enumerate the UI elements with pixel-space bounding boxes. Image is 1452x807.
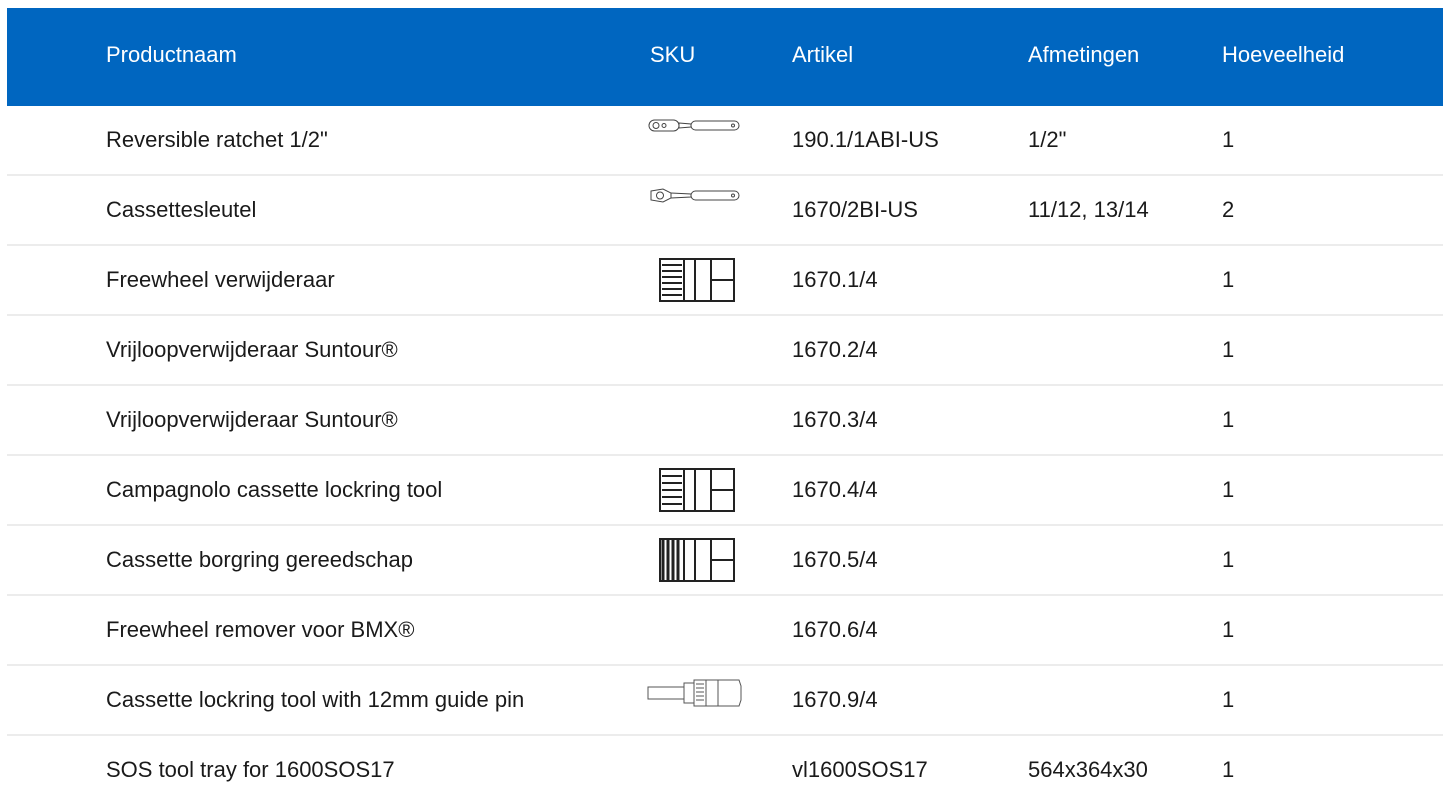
artikel-number: 1670/2BI-US: [792, 197, 918, 222]
product-name: Freewheel verwijderaar: [106, 267, 335, 292]
guide-pin-tool-icon: [647, 679, 742, 707]
column-header-sku[interactable]: SKU: [650, 8, 736, 106]
table-row: Reversible ratchet 1/2" 190.1/1ABI-US 1/…: [7, 106, 1443, 176]
table-row: SOS tool tray for 1600SOS17 vl1600SOS17 …: [7, 736, 1443, 804]
table-row: Cassettesleutel 1670/2BI-US 11/12, 13/14…: [7, 176, 1443, 246]
column-header-hoeveelheid[interactable]: Hoeveelheid: [1222, 8, 1344, 106]
socket-icon: [659, 258, 735, 302]
artikel-number: 1670.5/4: [792, 547, 878, 572]
artikel-number: 1670.4/4: [792, 477, 878, 502]
table-row: Vrijloopverwijderaar Suntour® 1670.2/4 1: [7, 316, 1443, 386]
artikel-number: 1670.2/4: [792, 337, 878, 362]
quantity-value: 2: [1222, 197, 1235, 222]
product-table: Productnaam SKU Artikel Afmetingen Hoeve…: [7, 8, 1443, 804]
artikel-number: 1670.3/4: [792, 407, 878, 432]
product-name: Reversible ratchet 1/2": [106, 127, 328, 152]
afmetingen-value: 1/2": [1028, 127, 1067, 152]
ratchet-icon: [650, 188, 740, 203]
artikel-number: 1670.6/4: [792, 617, 878, 642]
quantity-value: 1: [1222, 127, 1235, 152]
product-name: Freewheel remover voor BMX®: [106, 617, 415, 642]
product-name: Vrijloopverwijderaar Suntour®: [106, 407, 398, 432]
artikel-number: 1670.1/4: [792, 267, 878, 292]
quantity-value: 1: [1222, 477, 1235, 502]
column-header-productnaam[interactable]: Productnaam: [106, 8, 237, 106]
column-header-artikel[interactable]: Artikel: [792, 8, 853, 106]
quantity-value: 1: [1222, 267, 1235, 292]
quantity-value: 1: [1222, 547, 1235, 572]
table-row: Campagnolo cassette lockring tool 1670.4…: [7, 456, 1443, 526]
table-row: Cassette borgring gereedschap 1670.5/4 1: [7, 526, 1443, 596]
socket-icon: [659, 538, 735, 582]
product-name: Cassette lockring tool with 12mm guide p…: [106, 687, 525, 712]
quantity-value: 1: [1222, 687, 1235, 712]
socket-icon: [659, 468, 735, 512]
table-row: Vrijloopverwijderaar Suntour® 1670.3/4 1: [7, 386, 1443, 456]
artikel-number: 190.1/1ABI-US: [792, 127, 939, 152]
product-name: Vrijloopverwijderaar Suntour®: [106, 337, 398, 362]
quantity-value: 1: [1222, 757, 1235, 782]
quantity-value: 1: [1222, 617, 1235, 642]
ratchet-icon: [648, 119, 740, 132]
table-row: Freewheel remover voor BMX® 1670.6/4 1: [7, 596, 1443, 666]
table-header: Productnaam SKU Artikel Afmetingen Hoeve…: [7, 8, 1443, 106]
quantity-value: 1: [1222, 407, 1235, 432]
column-header-afmetingen[interactable]: Afmetingen: [1028, 8, 1139, 106]
product-name: Cassette borgring gereedschap: [106, 547, 413, 572]
table-row: Cassette lockring tool with 12mm guide p…: [7, 666, 1443, 736]
afmetingen-value: 11/12, 13/14: [1028, 197, 1149, 222]
artikel-number: 1670.9/4: [792, 687, 878, 712]
artikel-number: vl1600SOS17: [792, 757, 928, 782]
quantity-value: 1: [1222, 337, 1235, 362]
product-name: Campagnolo cassette lockring tool: [106, 477, 443, 502]
product-name: Cassettesleutel: [106, 197, 257, 222]
product-name: SOS tool tray for 1600SOS17: [106, 757, 395, 782]
afmetingen-value: 564x364x30: [1028, 757, 1148, 782]
table-row: Freewheel verwijderaar 1670.1/4 1: [7, 246, 1443, 316]
